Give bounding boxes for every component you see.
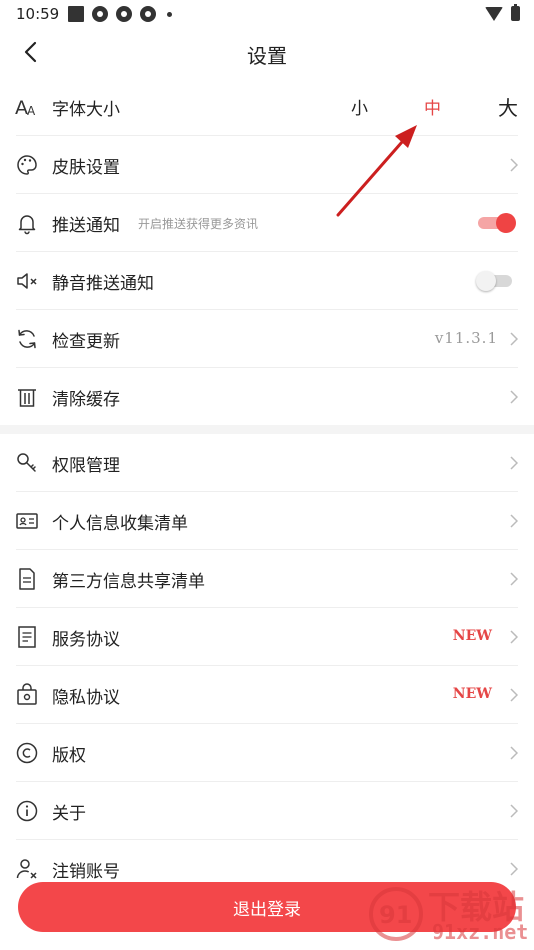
status-bar: 10:59 xyxy=(0,0,534,28)
system-icons xyxy=(485,4,520,21)
font-size-large-option[interactable]: 大 xyxy=(498,92,518,121)
chevron-right-icon xyxy=(510,456,518,470)
chevron-right-icon xyxy=(510,746,518,760)
privacy-lock-icon xyxy=(17,683,37,705)
key-icon xyxy=(17,453,36,472)
refresh-icon xyxy=(18,329,36,349)
silent-push-label: 静音推送通知 xyxy=(52,274,154,294)
font-size-row: A A 字体大小 小 中 大 xyxy=(0,78,534,136)
svg-text:91: 91 xyxy=(379,901,412,929)
copyright-label: 版权 xyxy=(52,746,86,766)
new-badge: NEW xyxy=(452,686,492,702)
chevron-right-icon xyxy=(510,688,518,702)
section-divider xyxy=(0,425,534,434)
trash-icon xyxy=(18,389,36,407)
clear-cache-label: 清除缓存 xyxy=(52,390,120,410)
notification-app-icon xyxy=(116,6,132,22)
push-notification-hint: 开启推送获得更多资讯 xyxy=(138,217,259,231)
bell-icon xyxy=(18,215,36,235)
chevron-right-icon xyxy=(510,862,518,876)
font-size-icon: A A xyxy=(15,97,36,119)
toggle-knob xyxy=(496,213,516,233)
chevron-right-icon xyxy=(510,630,518,644)
user-remove-icon xyxy=(16,859,37,879)
skin-settings-label: 皮肤设置 xyxy=(52,158,120,178)
permissions-row[interactable]: 权限管理 xyxy=(0,434,534,492)
third-party-sharing-row[interactable]: 第三方信息共享清单 xyxy=(0,550,534,608)
about-row[interactable]: 关于 xyxy=(0,782,534,840)
logout-label: 退出登录 xyxy=(233,899,301,920)
font-size-medium-option[interactable]: 中 xyxy=(424,94,441,119)
page-title: 设置 xyxy=(247,44,287,68)
speaker-mute-icon xyxy=(17,273,37,289)
chevron-right-icon xyxy=(510,158,518,172)
chevron-right-icon xyxy=(510,804,518,818)
copyright-icon xyxy=(16,742,38,764)
third-party-sharing-label: 第三方信息共享清单 xyxy=(52,572,205,592)
personal-info-label: 个人信息收集清单 xyxy=(52,514,188,534)
palette-icon xyxy=(17,155,37,175)
push-notification-row: 推送通知 开启推送获得更多资讯 xyxy=(0,194,534,252)
chevron-right-icon xyxy=(510,514,518,528)
skin-settings-row[interactable]: 皮肤设置 xyxy=(0,136,534,194)
copyright-row[interactable]: 版权 xyxy=(0,724,534,782)
watermark-url: 91xz.net xyxy=(432,920,529,944)
wifi-icon xyxy=(485,6,503,21)
more-notifications-icon xyxy=(167,11,172,17)
status-time: 10:59 xyxy=(16,5,60,23)
new-badge: NEW xyxy=(452,628,492,644)
silent-push-toggle[interactable] xyxy=(476,271,514,291)
watermark-logo-icon: 91 xyxy=(369,887,423,941)
svg-text:A: A xyxy=(27,104,36,118)
push-notification-toggle[interactable] xyxy=(476,213,516,233)
personal-info-row[interactable]: 个人信息收集清单 xyxy=(0,492,534,550)
push-notification-label: 推送通知 xyxy=(52,216,120,236)
clear-cache-row[interactable]: 清除缓存 xyxy=(0,368,534,426)
font-size-small-option[interactable]: 小 xyxy=(351,94,368,119)
check-update-label: 检查更新 xyxy=(52,332,120,352)
notification-app-icon xyxy=(140,6,156,22)
toggle-knob xyxy=(476,271,496,291)
font-size-label: 字体大小 xyxy=(52,100,120,120)
service-agreement-row[interactable]: 服务协议 NEW xyxy=(0,608,534,666)
about-label: 关于 xyxy=(52,804,86,824)
document-icon xyxy=(19,568,35,590)
id-card-icon xyxy=(16,513,38,529)
notification-app-icon xyxy=(92,6,108,22)
watermark: 91 下载站 91xz.net xyxy=(368,882,528,946)
permissions-label: 权限管理 xyxy=(52,456,120,476)
version-value: v11.3.1 xyxy=(434,329,498,347)
header: 设置 xyxy=(0,28,534,78)
info-icon xyxy=(16,800,38,822)
chevron-right-icon xyxy=(510,390,518,404)
chevron-right-icon xyxy=(510,332,518,346)
agreement-document-icon xyxy=(18,626,36,648)
privacy-agreement-row[interactable]: 隐私协议 NEW xyxy=(0,666,534,724)
service-agreement-label: 服务协议 xyxy=(52,630,120,650)
privacy-agreement-label: 隐私协议 xyxy=(52,688,120,708)
silent-push-row: 静音推送通知 xyxy=(0,252,534,310)
chevron-right-icon xyxy=(510,572,518,586)
notification-icons xyxy=(68,6,172,22)
notification-square-icon xyxy=(68,6,84,22)
battery-icon xyxy=(511,4,520,21)
check-update-row[interactable]: 检查更新 v11.3.1 xyxy=(0,310,534,368)
cancel-account-label: 注销账号 xyxy=(52,862,120,882)
